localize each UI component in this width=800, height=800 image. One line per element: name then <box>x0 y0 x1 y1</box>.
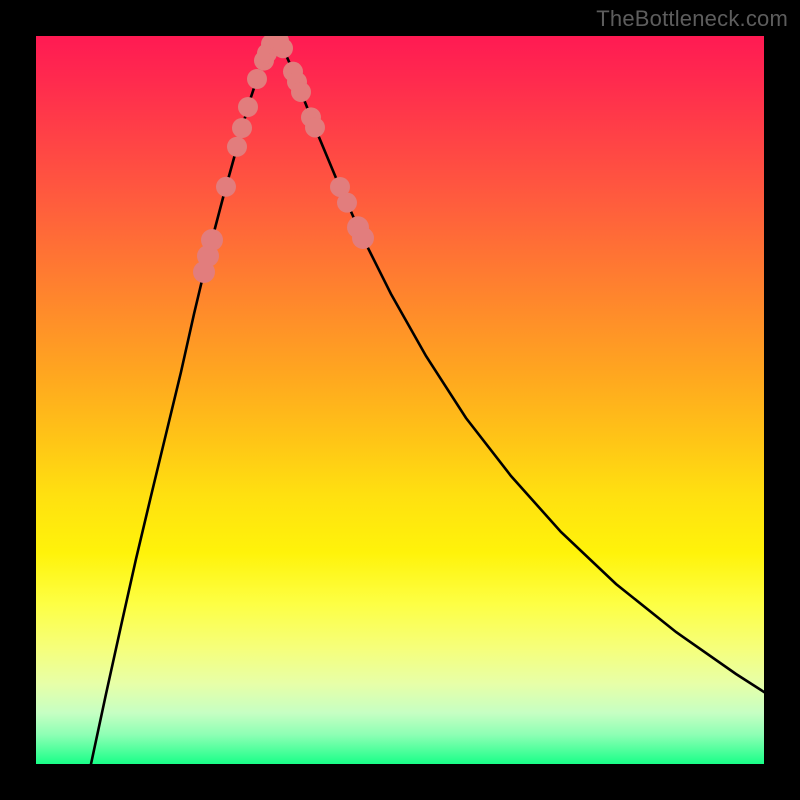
curves-svg <box>36 36 764 764</box>
marker-dot <box>291 82 311 102</box>
marker-dot <box>227 137 247 157</box>
marker-dot <box>201 229 223 251</box>
marker-dot <box>273 38 293 58</box>
chart-frame: TheBottleneck.com <box>0 0 800 800</box>
marker-dot <box>305 117 325 137</box>
marker-dot <box>216 177 236 197</box>
marker-dot <box>337 193 357 213</box>
plot-area <box>36 36 764 764</box>
right-curve <box>276 36 764 692</box>
marker-dot <box>232 118 252 138</box>
left-curve <box>91 36 276 764</box>
marker-dot <box>352 227 374 249</box>
watermark-text: TheBottleneck.com <box>596 6 788 32</box>
marker-dot <box>247 69 267 89</box>
marker-dot <box>238 97 258 117</box>
